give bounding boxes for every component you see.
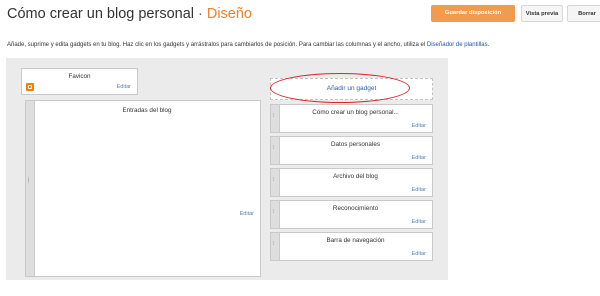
gadget-title: Cómo crear un blog personal... xyxy=(312,109,399,116)
edit-link[interactable]: Editar xyxy=(412,251,426,257)
edit-link[interactable]: Editar xyxy=(240,211,254,217)
blog-title: Cómo crear un blog personal xyxy=(7,6,194,22)
instructions-body: Añade, suprime y edita gadgets en tu blo… xyxy=(7,42,427,48)
sidebar-gadget-attribution[interactable]: ⁞ Reconocimiento Editar xyxy=(270,200,433,229)
edit-link[interactable]: Editar xyxy=(117,84,131,90)
template-designer-link[interactable]: Diseñador de plantillas xyxy=(427,42,488,48)
gadget-title: Archivo del blog xyxy=(333,173,378,180)
delete-button[interactable]: Borrar xyxy=(567,5,600,22)
edit-link[interactable]: Editar xyxy=(412,187,426,193)
instructions-end: . xyxy=(487,42,490,48)
page-title: Cómo crear un blog personal · Diseño xyxy=(7,6,252,22)
title-separator: · xyxy=(198,6,203,22)
save-layout-button[interactable]: Guardar disposición xyxy=(431,5,515,22)
edit-link[interactable]: Editar xyxy=(412,219,426,225)
blogger-icon xyxy=(26,83,34,91)
edit-link[interactable]: Editar xyxy=(412,155,426,161)
drag-handle-icon[interactable]: ⁞ ⁞ xyxy=(26,101,35,276)
gadget-title: Barra de navegación xyxy=(326,237,385,244)
gadget-title: Datos personales xyxy=(330,141,380,148)
layout-header: Cómo crear un blog personal · Diseño Guard… xyxy=(0,0,600,30)
sidebar-gadget-profile[interactable]: ⁞ Datos personales Editar xyxy=(270,136,433,165)
gadget-title: Reconocimiento xyxy=(332,205,379,212)
section-title: Diseño xyxy=(206,6,252,22)
sidebar-gadget-blog-title[interactable]: ⁞ Cómo crear un blog personal... Editar xyxy=(270,104,433,133)
instructions-text: Añade, suprime y edita gadgets en tu blo… xyxy=(7,42,597,48)
highlight-circle xyxy=(270,73,410,103)
gadget-title: Entradas del blog xyxy=(122,107,172,114)
edit-link[interactable]: Editar xyxy=(412,123,426,129)
sidebar-gadget-archive[interactable]: ⁞ Archivo del blog Editar xyxy=(270,168,433,197)
gadget-title: Favicon xyxy=(68,73,91,80)
blog-posts-gadget[interactable]: ⁞ ⁞ Entradas del blog Editar xyxy=(25,100,261,277)
preview-button[interactable]: Vista previa xyxy=(521,5,563,22)
favicon-gadget[interactable]: Favicon Editar xyxy=(21,68,138,95)
sidebar-gadget-navbar[interactable]: ⁞ Barra de navegación Editar xyxy=(270,232,433,261)
